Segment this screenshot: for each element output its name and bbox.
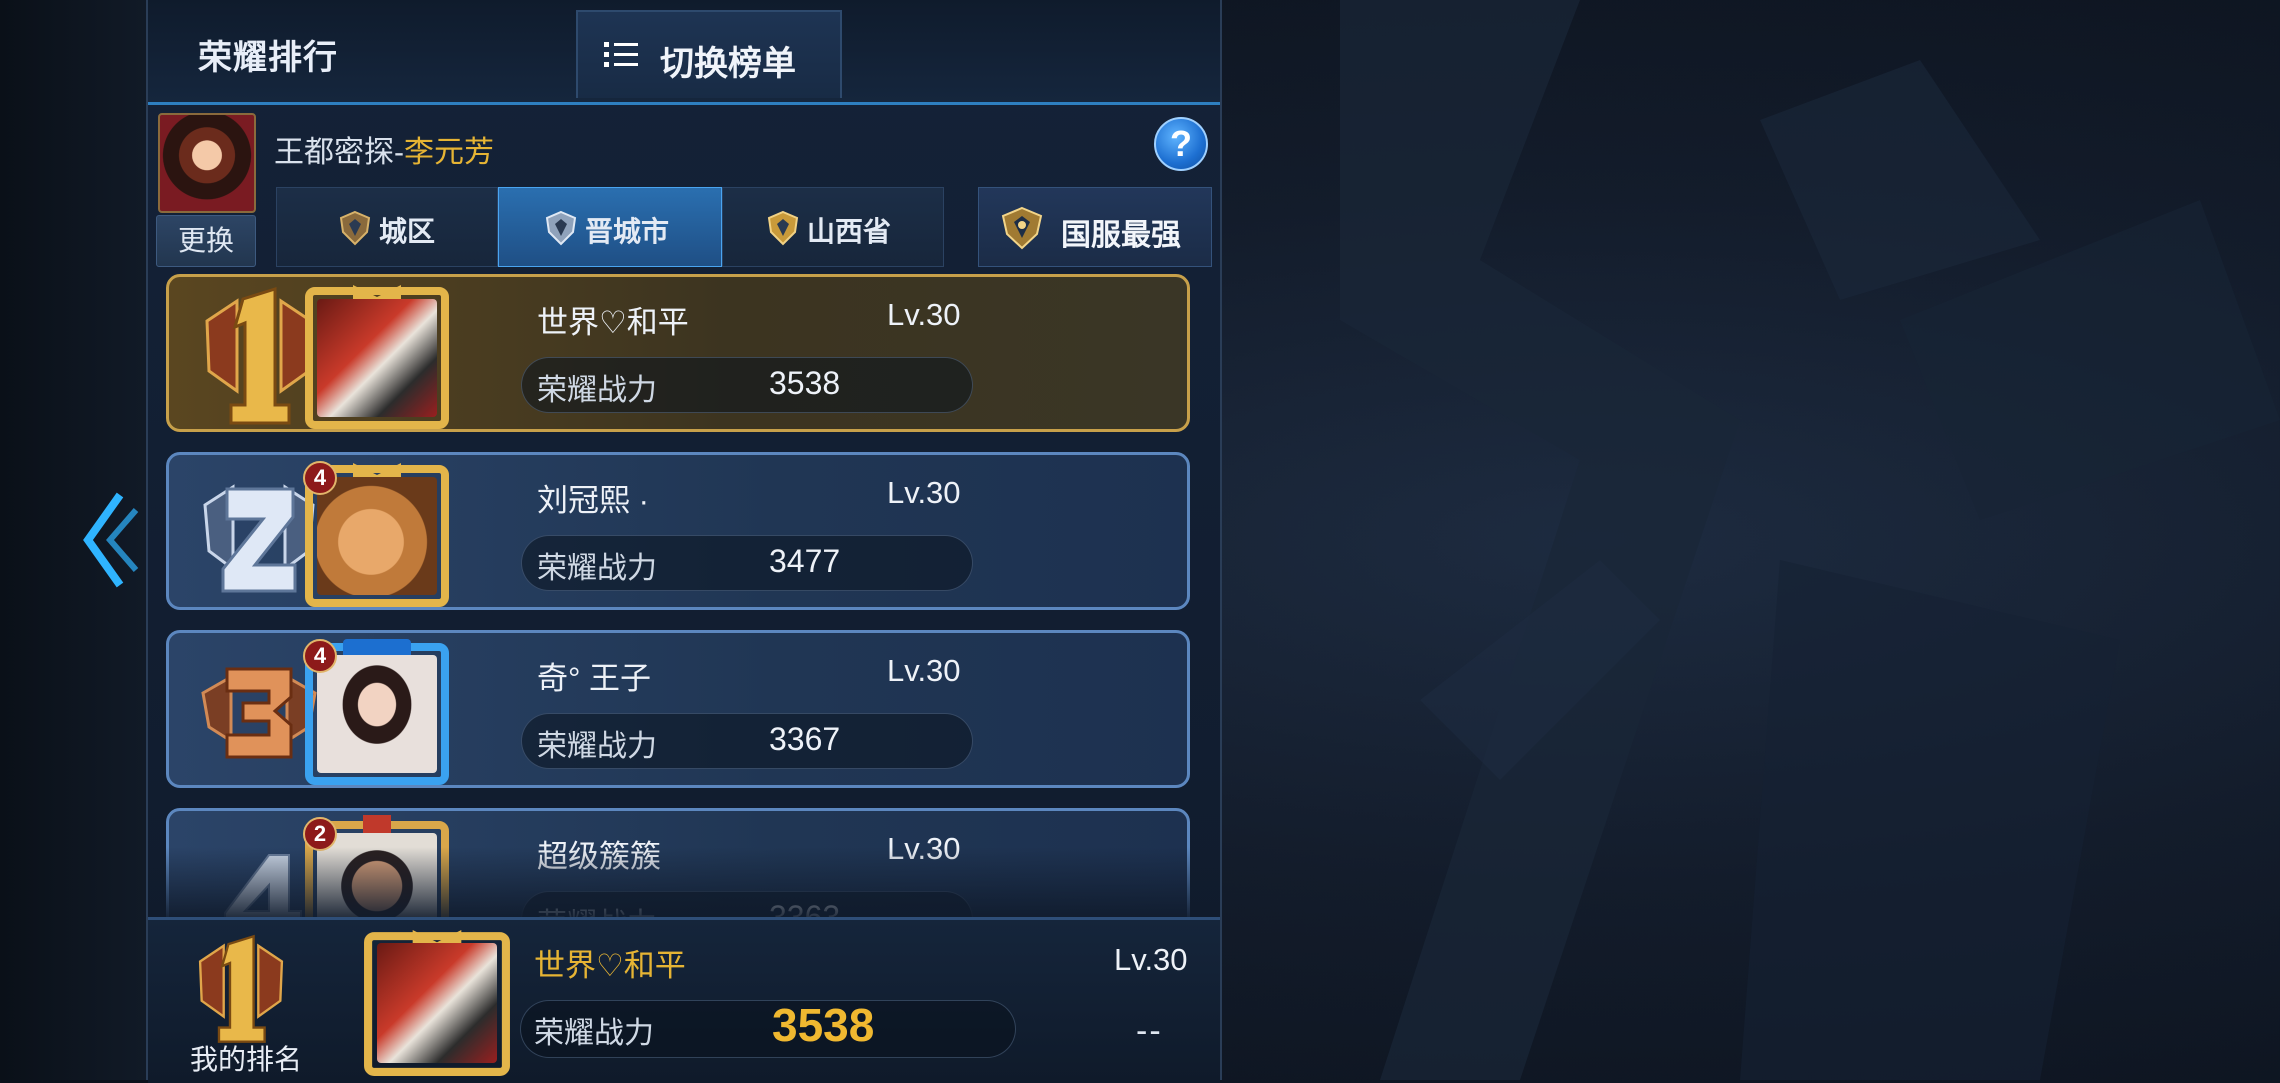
my-power-label: 荣耀战力 — [534, 1017, 654, 1050]
switch-list-button[interactable]: 切换榜单 — [576, 10, 842, 98]
change-hero-button[interactable]: 更换 — [156, 215, 256, 267]
avatar-frame: 4 — [303, 459, 451, 609]
power-label: 荣耀战力 — [537, 552, 657, 585]
avatar — [377, 943, 497, 1063]
national-top-button[interactable]: 国服最强 — [978, 187, 1212, 267]
crown-shield-icon — [1001, 206, 1043, 250]
ranking-panel: 荣耀排行 切换榜单 更换 王都密探-李元芳 ? 城区 晋城市 山西省 国服最强 … — [146, 0, 1222, 1083]
tab-city[interactable]: 晋城市 — [498, 187, 722, 267]
tab-district-label: 城区 — [379, 216, 436, 247]
shield-icon — [545, 210, 577, 246]
avatar — [317, 477, 437, 595]
my-power-value: 3538 — [772, 999, 875, 1051]
table-row[interactable]: 4 奇° 王子 Lv.30 荣耀战力 3367 — [166, 630, 1190, 788]
my-player-level: Lv.30 — [1114, 942, 1188, 977]
hero-title: 王都密探- — [274, 136, 404, 169]
rank-change: -- — [1136, 1012, 1163, 1050]
avatar — [317, 655, 437, 773]
tab-province[interactable]: 山西省 — [722, 187, 944, 267]
avatar-frame: 4 — [303, 637, 451, 787]
national-top-label: 国服最强 — [1061, 219, 1181, 252]
shield-icon — [339, 210, 371, 246]
hero-name: 王都密探-李元芳 — [274, 127, 494, 171]
power-label: 荣耀战力 — [537, 730, 657, 763]
background-emblem — [1340, 0, 2280, 1080]
power-value: 3477 — [769, 543, 841, 579]
table-row[interactable]: 2 超级簇簇 Lv.30 荣耀战力 3363 — [166, 808, 1190, 917]
tier-badge: 2 — [303, 817, 337, 851]
tab-city-label: 晋城市 — [585, 216, 670, 247]
list-icon — [604, 42, 638, 67]
my-rank-label: 我的排名 — [190, 1044, 303, 1075]
table-row[interactable]: 世界♡和平 Lv.30 荣耀战力 3538 — [166, 274, 1190, 432]
hero-portrait — [158, 113, 256, 213]
avatar — [317, 299, 437, 417]
avatar-frame — [362, 924, 512, 1080]
power-value: 3538 — [769, 365, 841, 401]
page-title: 荣耀排行 — [198, 39, 338, 77]
power-label: 荣耀战力 — [537, 374, 657, 407]
power-value: 3363 — [769, 899, 841, 917]
scope-tabs: 城区 晋城市 山西省 — [276, 187, 1076, 269]
help-button[interactable]: ? — [1154, 117, 1208, 171]
player-name: 世界♡和平 — [537, 305, 689, 340]
player-level: Lv.30 — [887, 297, 961, 332]
power-label: 荣耀战力 — [537, 899, 657, 917]
power-value: 3367 — [769, 721, 841, 757]
table-row[interactable]: 4 刘冠熙 · Lv.30 荣耀战力 3477 — [166, 452, 1190, 610]
my-rank-badge-icon — [198, 934, 284, 1043]
tab-district[interactable]: 城区 — [276, 187, 498, 267]
hero-row: 更换 王都密探-李元芳 ? 城区 晋城市 山西省 国服最强 — [148, 105, 1220, 270]
player-name: 超级簇簇 — [537, 839, 661, 874]
tier-badge: 4 — [303, 461, 337, 495]
tier-badge: 4 — [303, 639, 337, 673]
player-level: Lv.30 — [887, 831, 961, 866]
player-level: Lv.30 — [887, 475, 961, 510]
player-name: 奇° 王子 — [537, 661, 652, 696]
back-arrow-icon[interactable] — [80, 490, 140, 590]
ranking-list: 世界♡和平 Lv.30 荣耀战力 3538 4 刘冠熙 · Lv.30 荣耀战力… — [148, 272, 1220, 917]
my-ranking-bar: 我的排名 世界♡和平 Lv.30 荣耀战力 3538 -- — [148, 917, 1220, 1083]
player-level: Lv.30 — [887, 653, 961, 688]
shield-icon — [767, 210, 799, 246]
avatar-frame — [303, 281, 451, 431]
hero-name-gold: 李元芳 — [404, 136, 494, 169]
avatar — [317, 833, 437, 917]
player-name: 刘冠熙 · — [537, 483, 649, 518]
switch-list-label: 切换榜单 — [660, 45, 796, 83]
my-player-name: 世界♡和平 — [534, 948, 686, 983]
top-bar: 荣耀排行 切换榜单 — [148, 0, 1220, 105]
avatar-frame: 2 — [303, 815, 451, 917]
tab-province-label: 山西省 — [807, 216, 892, 247]
